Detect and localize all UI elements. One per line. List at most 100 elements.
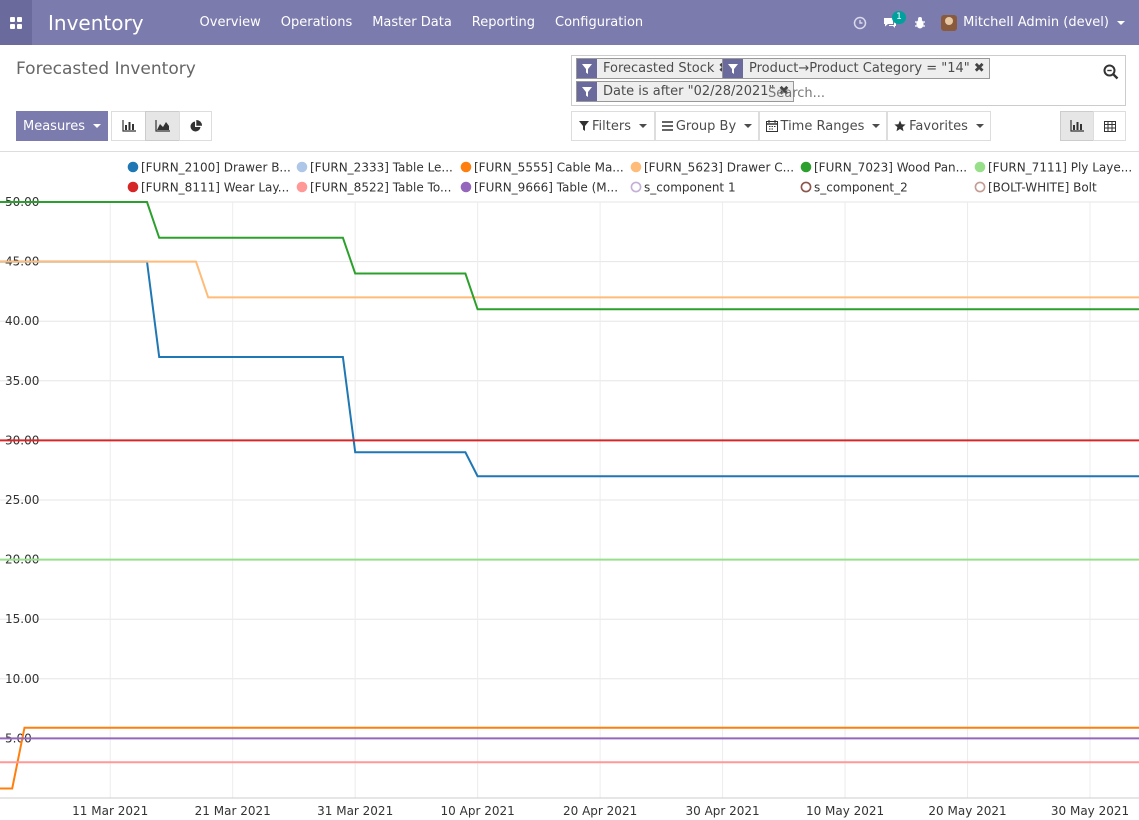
series-line (0, 726, 1139, 790)
x-tick-label: 11 Mar 2021 (72, 804, 148, 818)
table-icon (1103, 120, 1116, 132)
measures-label: Measures (22, 118, 86, 134)
legend-label: [FURN_2100] Drawer B... (141, 161, 291, 175)
apps-menu-button[interactable] (0, 0, 32, 45)
y-axis: 5.0010.0015.0020.0025.0030.0035.0040.004… (5, 195, 39, 745)
debug-bug-icon[interactable] (905, 0, 935, 45)
legend-item[interactable]: [FURN_2333] Table Le... (296, 161, 453, 175)
area-chart-icon (155, 120, 170, 132)
x-axis: 11 Mar 2021 21 Mar 2021 31 Mar 2021 10 Apr … (0, 797, 1139, 818)
legend-label: [FURN_2333] Table Le... (310, 161, 453, 175)
legend-item[interactable]: [FURN_5555] Cable Ma... (460, 161, 624, 175)
legend-item[interactable]: [FURN_5623] Drawer C... (630, 161, 794, 175)
measures-button[interactable]: Measures (16, 111, 108, 141)
legend-label: s_component 1 (644, 181, 736, 195)
y-tick-label: 35.00 (5, 374, 39, 388)
y-tick-label: 10.00 (5, 672, 39, 686)
user-name: Mitchell Admin (devel) (963, 15, 1109, 30)
facet-value: Forecasted Stock (603, 61, 715, 76)
legend-swatch (460, 181, 472, 193)
legend-item[interactable]: s_component_2 (800, 181, 908, 195)
chevron-down-icon (93, 124, 102, 128)
filter-icon (723, 59, 743, 78)
legend-item[interactable]: [FURN_7023] Wood Pan... (800, 161, 967, 175)
favorites-button[interactable]: Favorites (887, 111, 991, 141)
legend-item[interactable]: [BOLT-WHITE] Bolt (974, 181, 1097, 195)
x-tick-label: 10 May 2021 (806, 804, 884, 818)
bar-chart-icon (1070, 120, 1084, 132)
legend-swatch (630, 181, 642, 193)
time-ranges-label: Time Ranges (780, 118, 865, 134)
graph-view-button[interactable] (1060, 111, 1094, 141)
messages-icon[interactable]: 1 (875, 0, 906, 45)
chevron-down-icon (638, 124, 647, 128)
search-facet-forecasted-stock: Forecasted Stock ✖ (576, 58, 735, 79)
pie-chart-button[interactable] (179, 111, 212, 141)
activity-clock-icon[interactable] (845, 0, 875, 45)
chevron-down-icon (872, 124, 881, 128)
app-brand[interactable]: Inventory (48, 11, 144, 35)
forecast-line-chart: [FURN_2100] Drawer B... [FURN_2333] Table… (0, 161, 1139, 818)
legend-item[interactable]: [FURN_8522] Table To... (296, 181, 452, 195)
legend-label: [FURN_5555] Cable Ma... (474, 161, 624, 175)
avatar (941, 14, 958, 31)
legend-swatch (460, 161, 472, 173)
top-navbar: Inventory Overview Operations Master Dat… (0, 0, 1139, 45)
x-tick-label: 30 Apr 2021 (685, 804, 759, 818)
x-tick-label: 21 Mar 2021 (195, 804, 271, 818)
user-menu[interactable]: Mitchell Admin (devel) (935, 0, 1139, 45)
x-tick-label: 31 Mar 2021 (317, 804, 393, 818)
pivot-view-button[interactable] (1093, 111, 1126, 141)
y-tick-label: 40.00 (5, 314, 39, 328)
pie-chart-icon (190, 119, 202, 131)
menu-configuration[interactable]: Configuration (545, 0, 653, 45)
legend-item[interactable]: [FURN_7111] Ply Laye... (974, 161, 1132, 175)
chart-grid (0, 201, 1139, 798)
series-line (0, 260, 1139, 478)
search-facet-product-category: Product→Product Category = "14" ✖ (722, 58, 990, 79)
chevron-down-icon (1117, 20, 1125, 25)
chevron-down-icon (744, 124, 753, 128)
filters-button[interactable]: Filters (571, 111, 655, 141)
remove-facet-icon[interactable]: ✖ (974, 59, 989, 78)
search-facet-date-after: Date is after "02/28/2021" ✖ (576, 81, 795, 102)
page-title: Forecasted Inventory (16, 59, 196, 79)
line-chart-button[interactable] (145, 111, 180, 141)
bar-chart-icon (121, 120, 136, 132)
filter-icon (577, 59, 597, 78)
menu-operations[interactable]: Operations (271, 0, 362, 45)
time-ranges-button[interactable]: Time Ranges (759, 111, 887, 141)
legend-swatch (296, 181, 308, 193)
legend-swatch (800, 181, 812, 193)
chart-legend: [FURN_2100] Drawer B... [FURN_2333] Table… (127, 161, 1132, 195)
menu-overview[interactable]: Overview (190, 0, 271, 45)
calendar-icon (765, 120, 778, 132)
facet-value: Product→Product Category = "14" (749, 61, 970, 76)
legend-item[interactable]: [FURN_9666] Table (M... (460, 181, 618, 195)
legend-label: s_component_2 (814, 181, 908, 195)
star-icon (894, 120, 906, 132)
search-input[interactable] (768, 83, 1078, 103)
series-line (0, 260, 1139, 299)
menu-master-data[interactable]: Master Data (362, 0, 462, 45)
facet-value: Date is after "02/28/2021" (603, 84, 775, 99)
legend-label: [BOLT-WHITE] Bolt (988, 181, 1097, 195)
legend-item[interactable]: [FURN_2100] Drawer B... (127, 161, 291, 175)
legend-label: [FURN_7111] Ply Laye... (988, 161, 1132, 175)
bar-chart-button[interactable] (111, 111, 146, 141)
chevron-down-icon (975, 124, 984, 128)
search-icon[interactable] (1103, 64, 1119, 84)
legend-label: [FURN_7023] Wood Pan... (814, 161, 967, 175)
legend-item[interactable]: s_component 1 (630, 181, 736, 195)
series-line (0, 201, 1139, 311)
list-icon (661, 121, 673, 131)
legend-label: [FURN_9666] Table (M... (474, 181, 618, 195)
apps-grid-icon (10, 16, 22, 29)
group-by-button[interactable]: Group By (655, 111, 759, 141)
legend-swatch (127, 181, 139, 193)
group-by-label: Group By (675, 118, 737, 134)
legend-label: [FURN_8522] Table To... (310, 181, 451, 195)
legend-swatch (974, 181, 986, 193)
menu-reporting[interactable]: Reporting (462, 0, 545, 45)
legend-item[interactable]: [FURN_8111] Wear Lay... (127, 181, 290, 195)
